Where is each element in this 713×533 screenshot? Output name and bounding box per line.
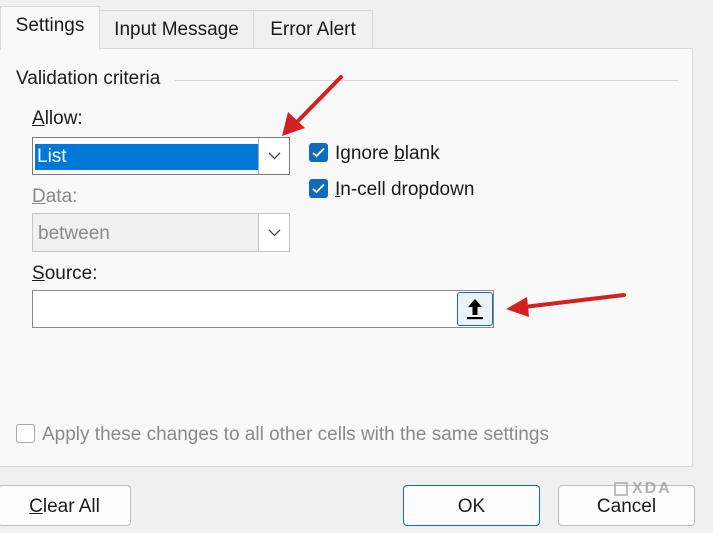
ignore-blank-label[interactable]: Ignore blank — [335, 143, 440, 165]
source-input[interactable] — [32, 290, 494, 328]
allow-label: Allow: — [32, 108, 83, 129]
ok-label: OK — [457, 496, 486, 517]
data-value: between — [38, 223, 110, 244]
group-divider — [175, 80, 678, 81]
upload-arrow-icon — [467, 299, 483, 320]
ok-button[interactable]: OK — [403, 485, 540, 526]
allow-selected-highlight — [35, 144, 259, 170]
allow-value: List — [37, 146, 67, 167]
collapse-dialog-button[interactable] — [457, 292, 493, 326]
data-label: Data: — [32, 186, 78, 207]
validation-criteria-heading: Validation criteria — [16, 68, 161, 89]
xda-logo-icon — [614, 482, 628, 496]
in-cell-dropdown-label[interactable]: In-cell dropdown — [335, 179, 474, 201]
checkmark-icon — [312, 147, 325, 158]
chevron-down-icon — [268, 229, 281, 237]
xda-watermark-logo: XDA — [614, 480, 672, 498]
tab-settings[interactable]: Settings — [0, 6, 100, 50]
data-dropdown-toggle[interactable] — [258, 214, 289, 251]
apply-all-label[interactable]: Apply these changes to all other cells w… — [42, 424, 549, 446]
data-dropdown[interactable]: between — [32, 213, 290, 252]
chevron-down-icon — [268, 152, 281, 160]
tab-error-alert[interactable]: Error Alert — [253, 10, 373, 49]
apply-all-checkbox[interactable] — [16, 424, 35, 443]
source-label: Source: — [32, 263, 98, 284]
allow-dropdown-toggle[interactable] — [258, 138, 289, 174]
allow-dropdown[interactable]: List — [32, 137, 290, 175]
settings-panel — [0, 48, 693, 467]
tab-settings-label: Settings — [15, 15, 85, 36]
cancel-label: Cancel — [596, 496, 657, 517]
tab-input-message[interactable]: Input Message — [98, 10, 255, 49]
tab-input-message-label: Input Message — [114, 19, 239, 40]
clear-all-button[interactable]: Clear All — [0, 485, 131, 526]
checkmark-icon — [312, 183, 325, 194]
in-cell-dropdown-checkbox[interactable] — [309, 179, 328, 198]
xda-wordmark: XDA — [632, 480, 672, 497]
ignore-blank-checkbox[interactable] — [309, 143, 328, 162]
tab-error-alert-label: Error Alert — [270, 19, 356, 40]
clear-all-label: Clear All — [29, 496, 100, 517]
